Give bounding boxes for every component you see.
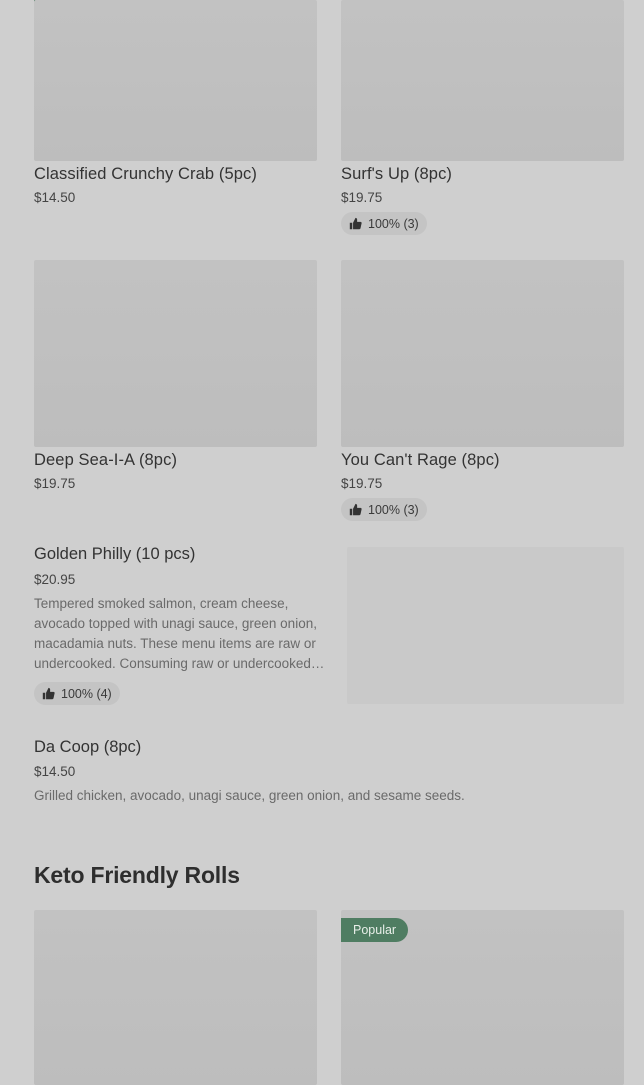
- rating-badge: 100% (3): [341, 212, 427, 235]
- item-title: Surf's Up (8pc): [341, 165, 453, 183]
- item-title: Golden Philly (10 pcs): [34, 545, 196, 563]
- thumbs-up-icon: [349, 217, 362, 230]
- menu-list-item-da-coop[interactable]: Da Coop (8pc) $14.50 Grilled chicken, av…: [34, 738, 624, 813]
- rating-text: 100% (4): [61, 686, 112, 701]
- item-price: $14.50: [34, 764, 76, 779]
- item-image: [341, 0, 624, 161]
- item-image: [341, 260, 624, 447]
- item-description: Grilled chicken, avocado, unagi sauce, g…: [34, 788, 465, 803]
- item-image: [34, 0, 317, 161]
- item-price: $19.75: [34, 476, 76, 491]
- item-title: Da Coop (8pc): [34, 738, 142, 756]
- rating-badge: 100% (3): [341, 498, 427, 521]
- menu-page: Classified Crunchy Crab (5pc) $14.50 Sur…: [0, 0, 644, 1085]
- popular-badge: Popular: [341, 918, 409, 942]
- item-title: Classified Crunchy Crab (5pc): [34, 165, 257, 183]
- rating-badge: 100% (4): [34, 682, 120, 705]
- rating-text: 100% (3): [368, 216, 419, 231]
- item-price: $19.75: [341, 190, 383, 205]
- item-price: $14.50: [34, 190, 76, 205]
- item-image: [347, 547, 624, 704]
- item-description: Tempered smoked salmon, cream cheese, av…: [34, 596, 325, 671]
- rating-text: 100% (3): [368, 502, 419, 517]
- item-image: [34, 260, 317, 447]
- item-price: $20.95: [34, 572, 76, 587]
- thumbs-up-icon: [349, 503, 362, 516]
- item-title: You Can't Rage (8pc): [341, 451, 500, 469]
- thumbs-up-icon: [42, 687, 55, 700]
- menu-list-item-golden-philly[interactable]: Golden Philly (10 pcs) $20.95 Tempered s…: [34, 545, 624, 710]
- section-heading-keto-friendly-rolls: Keto Friendly Rolls: [34, 862, 240, 888]
- item-title: Deep Sea-I-A (8pc): [34, 451, 178, 469]
- item-image: [34, 910, 317, 1085]
- item-price: $19.75: [341, 476, 383, 491]
